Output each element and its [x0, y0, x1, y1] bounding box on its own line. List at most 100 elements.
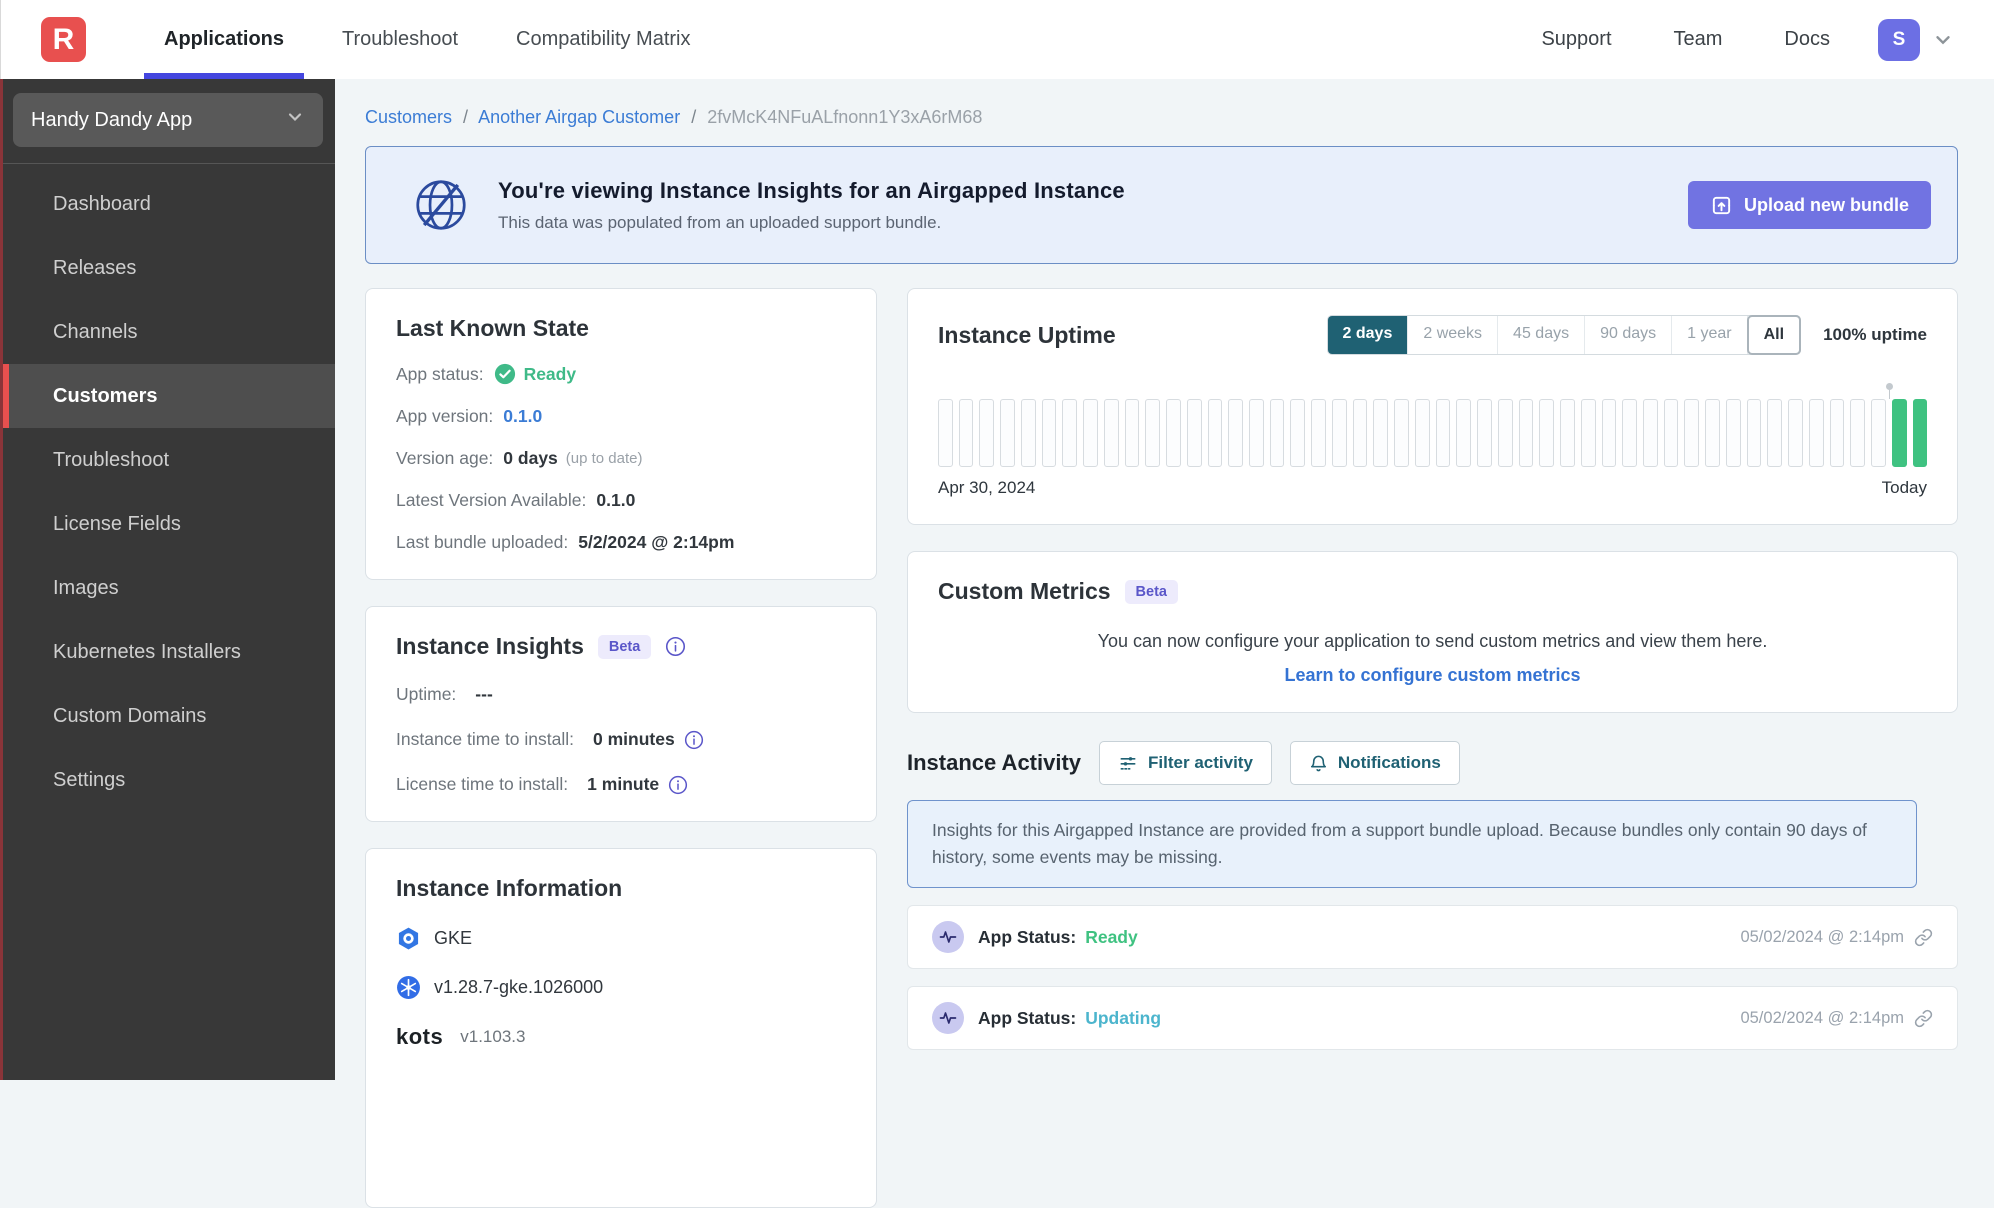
range-2-weeks[interactable]: 2 weeks — [1408, 316, 1498, 354]
permalink-icon[interactable] — [1914, 1009, 1933, 1028]
uptime-bar[interactable] — [979, 399, 994, 467]
uptime-bar[interactable] — [1747, 399, 1762, 467]
account-chevron-down-icon[interactable] — [1932, 29, 1954, 51]
nav-docs[interactable]: Docs — [1784, 28, 1830, 51]
uptime-bar[interactable] — [1415, 399, 1430, 467]
beta-badge: Beta — [1125, 580, 1178, 604]
uptime-bar[interactable] — [1892, 399, 1907, 467]
uptime-bar[interactable] — [1104, 399, 1119, 467]
uptime-bar[interactable] — [1913, 399, 1928, 467]
airgap-banner: You're viewing Instance Insights for an … — [365, 146, 1958, 264]
latest-version-value: 0.1.0 — [596, 490, 635, 511]
sidebar-item-releases[interactable]: Releases — [3, 236, 335, 300]
breadcrumb-customers-link[interactable]: Customers — [365, 107, 452, 127]
range-all[interactable]: All — [1747, 315, 1801, 355]
uptime-bar[interactable] — [1519, 399, 1534, 467]
uptime-bar[interactable] — [1394, 399, 1409, 467]
uptime-bar[interactable] — [1145, 399, 1160, 467]
uptime-bar[interactable] — [938, 399, 953, 467]
sidebar-item-customers[interactable]: Customers — [3, 364, 335, 428]
sidebar-item-channels[interactable]: Channels — [3, 300, 335, 364]
range-2-days[interactable]: 2 days — [1328, 316, 1409, 354]
uptime-bar[interactable] — [1456, 399, 1471, 467]
range-1-year[interactable]: 1 year — [1672, 316, 1747, 354]
uptime-bar[interactable] — [1622, 399, 1637, 467]
sidebar-item-custom-domains[interactable]: Custom Domains — [3, 684, 335, 748]
uptime-bar[interactable] — [1643, 399, 1658, 467]
uptime-bar[interactable] — [1187, 399, 1202, 467]
uptime-bar[interactable] — [1353, 399, 1368, 467]
replicated-logo[interactable]: R — [41, 17, 86, 62]
uptime-bar[interactable] — [1477, 399, 1492, 467]
uptime-bar[interactable] — [1311, 399, 1326, 467]
uptime-bar[interactable] — [1705, 399, 1720, 467]
nav-support[interactable]: Support — [1541, 28, 1611, 51]
uptime-bar[interactable] — [1539, 399, 1554, 467]
info-icon[interactable] — [668, 775, 688, 795]
notifications-button[interactable]: Notifications — [1290, 741, 1460, 785]
uptime-bar[interactable] — [1560, 399, 1575, 467]
uptime-bar[interactable] — [1602, 399, 1617, 467]
uptime-bar[interactable] — [1166, 399, 1181, 467]
uptime-bar[interactable] — [1373, 399, 1388, 467]
uptime-bar[interactable] — [1726, 399, 1741, 467]
uptime-bar[interactable] — [1498, 399, 1513, 467]
app-status-value: Ready — [524, 364, 577, 385]
uptime-bar[interactable] — [1684, 399, 1699, 467]
uptime-bar[interactable] — [1125, 399, 1140, 467]
app-selector-dropdown[interactable]: Handy Dandy App — [13, 93, 323, 147]
uptime-bar[interactable] — [1042, 399, 1057, 467]
uptime-bar[interactable] — [1850, 399, 1865, 467]
activity-event-row: App Status: Ready 05/02/2024 @ 2:14pm — [907, 905, 1958, 969]
nav-troubleshoot[interactable]: Troubleshoot — [322, 0, 478, 79]
upload-new-bundle-button[interactable]: Upload new bundle — [1688, 181, 1931, 229]
uptime-bar[interactable] — [1788, 399, 1803, 467]
uptime-bar[interactable] — [1083, 399, 1098, 467]
uptime-bar[interactable] — [1332, 399, 1347, 467]
k8s-version-row: v1.28.7-gke.1026000 — [396, 975, 846, 1000]
uptime-bar[interactable] — [1021, 399, 1036, 467]
sidebar-item-settings[interactable]: Settings — [3, 748, 335, 812]
app-version-link[interactable]: 0.1.0 — [503, 406, 542, 427]
info-icon[interactable] — [684, 730, 704, 750]
airgap-history-notice: Insights for this Airgapped Instance are… — [907, 800, 1917, 888]
uptime-bar[interactable] — [1290, 399, 1305, 467]
info-icon[interactable] — [665, 636, 686, 657]
breadcrumb-instance-id: 2fvMcK4NFuALfnonn1Y3xA6rM68 — [707, 107, 982, 127]
sidebar-item-license-fields[interactable]: License Fields — [3, 492, 335, 556]
uptime-bar[interactable] — [1062, 399, 1077, 467]
filter-activity-button[interactable]: Filter activity — [1099, 741, 1272, 785]
uptime-bar[interactable] — [1270, 399, 1285, 467]
sidebar-item-images[interactable]: Images — [3, 556, 335, 620]
sidebar-item-dashboard[interactable]: Dashboard — [3, 172, 335, 236]
banner-text-group: You're viewing Instance Insights for an … — [498, 178, 1125, 233]
uptime-bar[interactable] — [1809, 399, 1824, 467]
nav-applications[interactable]: Applications — [144, 0, 304, 79]
uptime-bar[interactable] — [1830, 399, 1845, 467]
event-value: Ready — [1085, 927, 1138, 948]
uptime-bar[interactable] — [1767, 399, 1782, 467]
range-45-days[interactable]: 45 days — [1498, 316, 1585, 354]
uptime-bar[interactable] — [1228, 399, 1243, 467]
avatar[interactable]: S — [1878, 19, 1920, 61]
uptime-bar[interactable] — [1000, 399, 1015, 467]
breadcrumb-customer-link[interactable]: Another Airgap Customer — [478, 107, 680, 127]
uptime-bar[interactable] — [1871, 399, 1886, 467]
sidebar-item-troubleshoot[interactable]: Troubleshoot — [3, 428, 335, 492]
permalink-icon[interactable] — [1914, 928, 1933, 947]
uptime-range-selector: 2 days 2 weeks 45 days 90 days 1 year Al… — [1327, 315, 1802, 355]
nav-compatibility-matrix[interactable]: Compatibility Matrix — [496, 0, 710, 79]
uptime-bar[interactable] — [1208, 399, 1223, 467]
configure-custom-metrics-link[interactable]: Learn to configure custom metrics — [938, 665, 1927, 686]
uptime-bar[interactable] — [1581, 399, 1596, 467]
version-age-note: (up to date) — [566, 450, 643, 467]
uptime-bar[interactable] — [1249, 399, 1264, 467]
sidebar-item-kubernetes-installers[interactable]: Kubernetes Installers — [3, 620, 335, 684]
instance-insights-card: Instance Insights Beta Uptime: --- Insta… — [365, 606, 877, 822]
uptime-bar[interactable] — [959, 399, 974, 467]
nav-team[interactable]: Team — [1674, 28, 1723, 51]
banner-subtitle: This data was populated from an uploaded… — [498, 213, 1125, 233]
range-90-days[interactable]: 90 days — [1585, 316, 1672, 354]
uptime-bar[interactable] — [1664, 399, 1679, 467]
uptime-bar[interactable] — [1436, 399, 1451, 467]
